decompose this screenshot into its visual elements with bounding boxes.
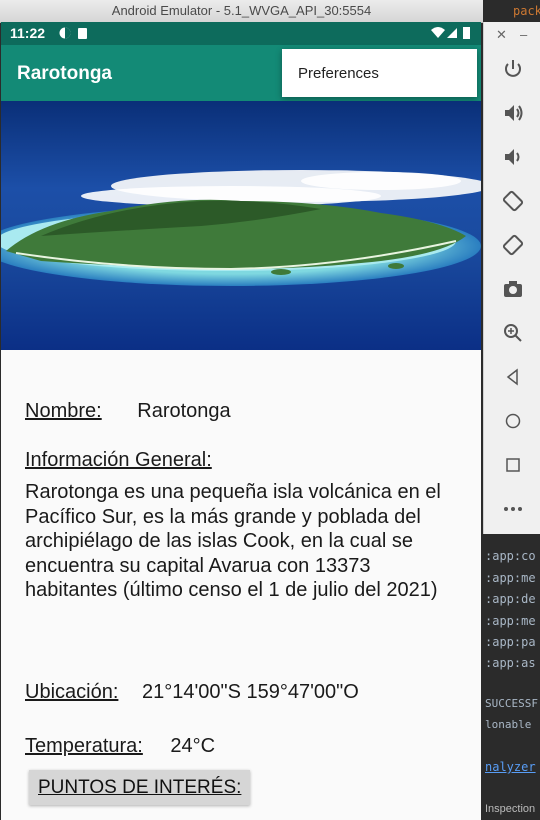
ubicacion-row: Ubicación: 21°14'00"S 159°47'00"O [25, 681, 359, 704]
ubicacion-value: 21°14'00"S 159°47'00"O [141, 681, 359, 703]
status-time: 11:22 [10, 25, 46, 41]
console-line: :app:as [485, 656, 536, 670]
overflow-menu: Preferences [282, 49, 477, 97]
ubicacion-label: Ubicación: [25, 681, 119, 703]
emulator-toolbar: ✕ – [483, 22, 540, 534]
nombre-row: Nombre: Rarotonga [25, 400, 231, 423]
console-line: lonable [485, 718, 532, 731]
emulator-title-bar: Android Emulator - 5.1_WVGA_API_30:5554 [0, 0, 483, 23]
inspection-tab[interactable]: Inspection [485, 803, 535, 815]
overview-icon[interactable] [484, 454, 540, 482]
console-line: :app:co [485, 549, 536, 563]
console-line: :app:de [485, 592, 536, 606]
volume-up-icon[interactable] [484, 102, 540, 130]
notification-icon [59, 27, 87, 39]
nombre-value: Rarotonga [137, 400, 231, 422]
app-title: Rarotonga [17, 63, 112, 84]
analyzer-link[interactable]: nalyzer [485, 760, 536, 774]
wifi-signal-battery-icon [431, 27, 470, 39]
rotate-left-icon[interactable] [484, 190, 540, 218]
back-icon[interactable] [484, 366, 540, 394]
console-line: :app:pa [485, 635, 536, 649]
status-system-icons [431, 26, 473, 43]
device-screen: 11:22 Rarotonga Preferences Nombre: Raro… [1, 22, 481, 820]
camera-icon[interactable] [484, 278, 540, 306]
island-photo [1, 101, 481, 350]
console-success: SUCCESSF [485, 697, 538, 710]
status-notification-icons [59, 26, 91, 43]
minimize-icon[interactable]: – [520, 27, 527, 42]
temperatura-label: Temperatura: [25, 735, 143, 757]
close-icon[interactable]: ✕ [496, 27, 507, 43]
ide-code-fragment: pack [513, 4, 540, 18]
info-description: Rarotonga es una pequeña isla volcánica … [25, 481, 441, 601]
console-line: :app:me [485, 571, 536, 585]
nombre-label: Nombre: [25, 400, 102, 422]
volume-down-icon[interactable] [484, 146, 540, 174]
zoom-icon[interactable] [484, 322, 540, 350]
temperatura-row: Temperatura: 24°C [25, 735, 215, 758]
home-icon[interactable] [484, 410, 540, 438]
power-icon[interactable] [484, 58, 540, 86]
more-icon[interactable] [484, 498, 540, 526]
menu-item-preferences[interactable]: Preferences [298, 65, 379, 82]
puntos-de-interes-button[interactable]: PUNTOS DE INTERÉS: [29, 770, 251, 805]
emulator-title: Android Emulator - 5.1_WVGA_API_30:5554 [111, 3, 372, 18]
temperatura-value: 24°C [170, 735, 216, 757]
ide-editor-top: pack [483, 0, 540, 22]
ide-console-panel: :app:co :app:me :app:de :app:me :app:pa … [483, 535, 540, 820]
console-line: :app:me [485, 614, 536, 628]
info-label: Información General: [25, 449, 212, 471]
rotate-right-icon[interactable] [484, 234, 540, 262]
status-bar: 11:22 [1, 22, 481, 45]
info-row: Información General: [25, 449, 212, 472]
